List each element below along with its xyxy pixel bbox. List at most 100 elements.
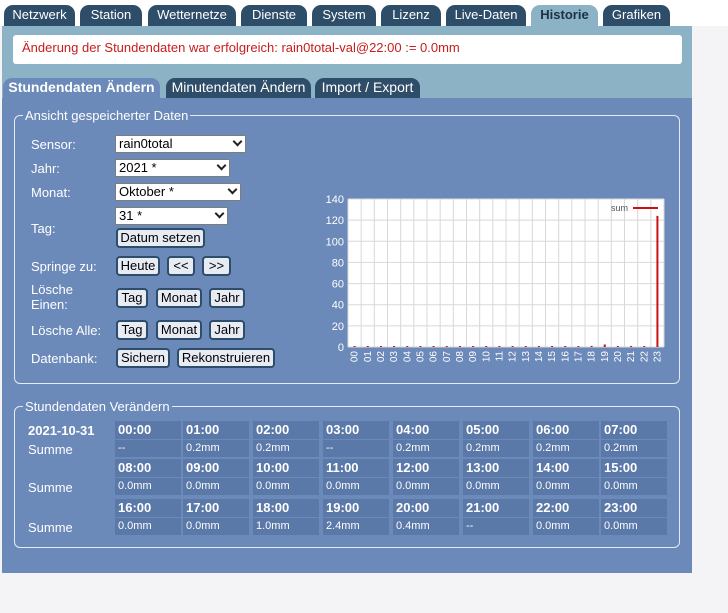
- hour-header: 19:00: [323, 499, 389, 517]
- tag-select[interactable]: 31 *: [115, 207, 228, 225]
- tab-grafiken[interactable]: Grafiken: [603, 5, 670, 26]
- hour-value[interactable]: 0.0mm: [183, 518, 249, 535]
- sichern-button[interactable]: Sichern: [116, 348, 170, 368]
- hour-header: 15:00: [601, 459, 667, 477]
- x-tick-label: 15: [547, 351, 558, 363]
- tab-wetternetze[interactable]: Wetternetze: [148, 5, 236, 26]
- hour-value[interactable]: 0.2mm: [601, 440, 667, 457]
- tab-historie[interactable]: Historie: [531, 5, 598, 26]
- y-tick-label: 100: [326, 236, 344, 248]
- x-tick-label: 06: [429, 351, 440, 363]
- jahr-label: Jahr:: [31, 161, 60, 176]
- hour-header: 02:00: [253, 421, 319, 439]
- loesche-alle-label: Lösche Alle:: [31, 323, 102, 338]
- monat-select[interactable]: Oktober *: [115, 183, 241, 201]
- hour-header: 16:00: [115, 499, 181, 517]
- y-tick-label: 140: [326, 194, 344, 206]
- hour-header: 14:00: [533, 459, 599, 477]
- tab-dienste[interactable]: Dienste: [241, 5, 307, 26]
- hour-value[interactable]: 0.0mm: [323, 478, 389, 495]
- summe-label: Summe: [28, 520, 73, 535]
- hour-header: 23:00: [601, 499, 667, 517]
- loesche-alle-tag-button[interactable]: Tag: [116, 320, 148, 340]
- x-tick-label: 05: [415, 351, 426, 363]
- hour-header: 10:00: [253, 459, 319, 477]
- sensor-select[interactable]: rain0total: [115, 135, 246, 153]
- loesche-einen-jahr-button[interactable]: Jahr: [209, 288, 245, 308]
- subtab-stundendaten[interactable]: Stundendaten Ändern: [3, 78, 160, 98]
- subtab-import-export[interactable]: Import / Export: [315, 78, 420, 98]
- tab-lizenz[interactable]: Lizenz: [381, 5, 441, 26]
- jahr-select[interactable]: 2021 *: [115, 159, 230, 177]
- tab-netzwerk[interactable]: Netzwerk: [4, 5, 75, 26]
- hour-header: 05:00: [463, 421, 529, 439]
- loesche-alle-jahr-button[interactable]: Jahr: [209, 320, 245, 340]
- x-tick-label: 18: [587, 351, 598, 363]
- hour-header: 11:00: [323, 459, 389, 477]
- x-tick-label: 14: [534, 351, 545, 363]
- x-tick-label: 21: [626, 351, 637, 363]
- loesche-alle-monat-button[interactable]: Monat: [156, 320, 202, 340]
- hour-value[interactable]: 0.0mm: [463, 478, 529, 495]
- x-tick-label: 13: [521, 351, 532, 363]
- next-button[interactable]: >>: [202, 256, 231, 276]
- hour-value[interactable]: --: [115, 440, 181, 457]
- x-tick-label: 22: [639, 351, 650, 363]
- hour-value[interactable]: 0.2mm: [463, 440, 529, 457]
- x-tick-label: 20: [613, 351, 624, 363]
- edit-legend: Stundendaten Verändern: [25, 399, 170, 414]
- hour-value[interactable]: 1.0mm: [253, 518, 319, 535]
- hour-value[interactable]: 0.2mm: [253, 440, 319, 457]
- hour-header: 13:00: [463, 459, 529, 477]
- tab-live-daten[interactable]: Live-Daten: [446, 5, 526, 26]
- tag-value: 31 *: [119, 208, 143, 223]
- x-tick-label: 17: [573, 351, 584, 363]
- rekonstruieren-button[interactable]: Rekonstruieren: [177, 348, 275, 368]
- hour-header: 01:00: [183, 421, 249, 439]
- top-tab-bar: Netzwerk Station Wetternetze Dienste Sys…: [0, 0, 728, 26]
- tag-label: Tag:: [31, 221, 56, 236]
- legend-label: sum: [611, 203, 628, 213]
- x-tick-label: 02: [376, 351, 387, 363]
- hour-value[interactable]: 0.0mm: [183, 478, 249, 495]
- hour-value[interactable]: 0.2mm: [393, 440, 459, 457]
- hour-value[interactable]: 2.4mm: [323, 518, 389, 535]
- x-tick-label: 19: [600, 351, 611, 363]
- hour-header: 21:00: [463, 499, 529, 517]
- hour-value[interactable]: 0.2mm: [183, 440, 249, 457]
- rain-chart: 020406080100120140 00 01 02 03 04 05 06 07 08 09 1…: [326, 194, 665, 363]
- y-tick-label: 40: [332, 300, 344, 312]
- hour-value[interactable]: 0.0mm: [601, 518, 667, 535]
- x-tick-label: 12: [508, 351, 519, 363]
- hour-value[interactable]: 0.0mm: [393, 478, 459, 495]
- loesche-einen-tag-button[interactable]: Tag: [116, 288, 148, 308]
- datum-setzen-button[interactable]: Datum setzen: [116, 228, 205, 248]
- y-tick-label: 80: [332, 257, 344, 269]
- hour-header: 03:00: [323, 421, 389, 439]
- hour-header: 07:00: [601, 421, 667, 439]
- jahr-value: 2021 *: [119, 160, 157, 175]
- hour-value[interactable]: 0.0mm: [115, 518, 181, 535]
- x-tick-label: 16: [560, 351, 571, 363]
- hour-header: 06:00: [533, 421, 599, 439]
- loesche-einen-monat-button[interactable]: Monat: [156, 288, 202, 308]
- subtab-minutendaten[interactable]: Minutendaten Ändern: [166, 78, 311, 98]
- sensor-label: Sensor:: [31, 137, 76, 152]
- hour-value[interactable]: --: [463, 518, 529, 535]
- hour-value[interactable]: 0.4mm: [393, 518, 459, 535]
- hour-value[interactable]: 0.0mm: [253, 478, 319, 495]
- hour-value[interactable]: --: [323, 440, 389, 457]
- hour-value[interactable]: 0.2mm: [533, 440, 599, 457]
- hour-header: 20:00: [393, 499, 459, 517]
- hour-value[interactable]: 0.0mm: [601, 478, 667, 495]
- edit-date: 2021-10-31: [28, 423, 95, 438]
- tab-station[interactable]: Station: [80, 5, 142, 26]
- hour-value[interactable]: 0.0mm: [115, 478, 181, 495]
- hour-value[interactable]: 0.0mm: [533, 518, 599, 535]
- hour-value[interactable]: 0.0mm: [533, 478, 599, 495]
- heute-button[interactable]: Heute: [116, 256, 160, 276]
- tab-system[interactable]: System: [312, 5, 376, 26]
- chevron-down-icon: [232, 136, 243, 147]
- previous-button[interactable]: <<: [167, 256, 195, 276]
- summe-label: Summe: [28, 442, 73, 457]
